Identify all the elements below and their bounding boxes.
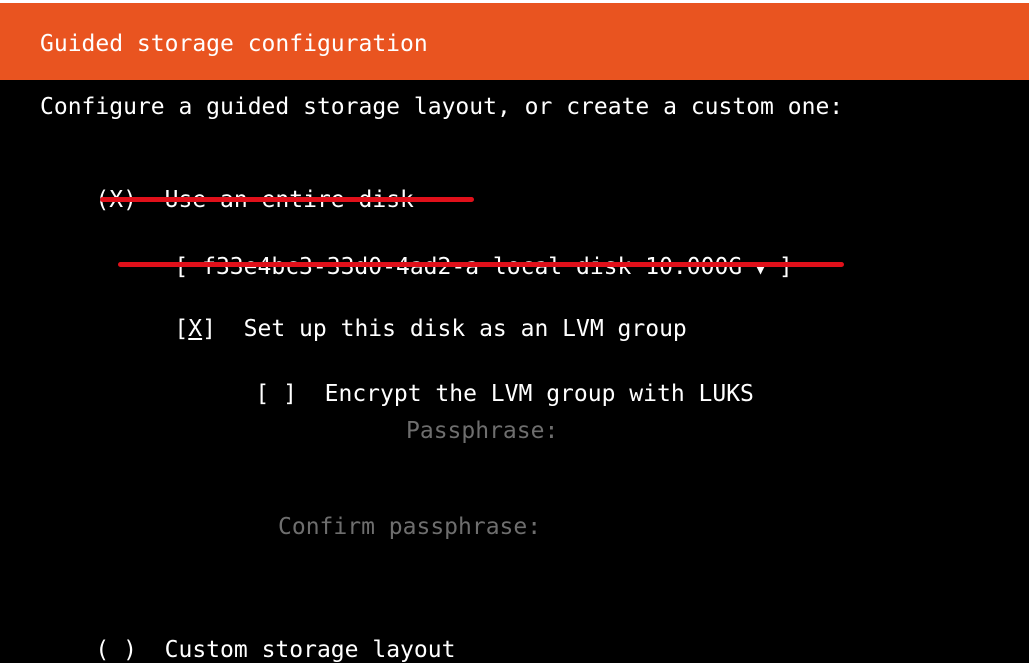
passphrase-label: Passphrase: [406, 418, 559, 444]
custom-layout-radio[interactable]: ( ) Custom storage layout [40, 608, 455, 663]
header-bar: Guided storage configuration [0, 0, 1029, 80]
disk-select-open-bracket: [ [174, 254, 189, 280]
disk-select-close-bracket: ] [778, 254, 793, 280]
annotation-underline-entire-disk [100, 197, 474, 202]
installer-screen: Guided storage configuration Configure a… [0, 0, 1029, 663]
lvm-checkbox-label[interactable]: Set up this disk as an LVM group [244, 316, 687, 342]
lvm-checkbox-mark[interactable]: X [188, 316, 202, 342]
annotation-underline-disk-select [118, 262, 844, 267]
custom-layout-radio-label[interactable]: Custom storage layout [165, 637, 456, 663]
encrypt-checkbox-marker[interactable]: [ ] [255, 381, 297, 407]
page-title: Guided storage configuration [40, 31, 428, 57]
lvm-checkbox-open-bracket[interactable]: [ [174, 316, 188, 342]
encrypt-checkbox-label[interactable]: Encrypt the LVM group with LUKS [325, 381, 754, 407]
confirm-passphrase-label: Confirm passphrase: [278, 514, 542, 540]
disk-select-value[interactable]: f33e4bc3-33d0-4ad2-a local disk 10.000G [202, 254, 742, 280]
intro-text: Configure a guided storage layout, or cr… [40, 94, 844, 120]
lvm-checkbox-close-bracket[interactable]: ] [202, 316, 216, 342]
custom-layout-radio-marker[interactable]: ( ) [95, 637, 137, 663]
